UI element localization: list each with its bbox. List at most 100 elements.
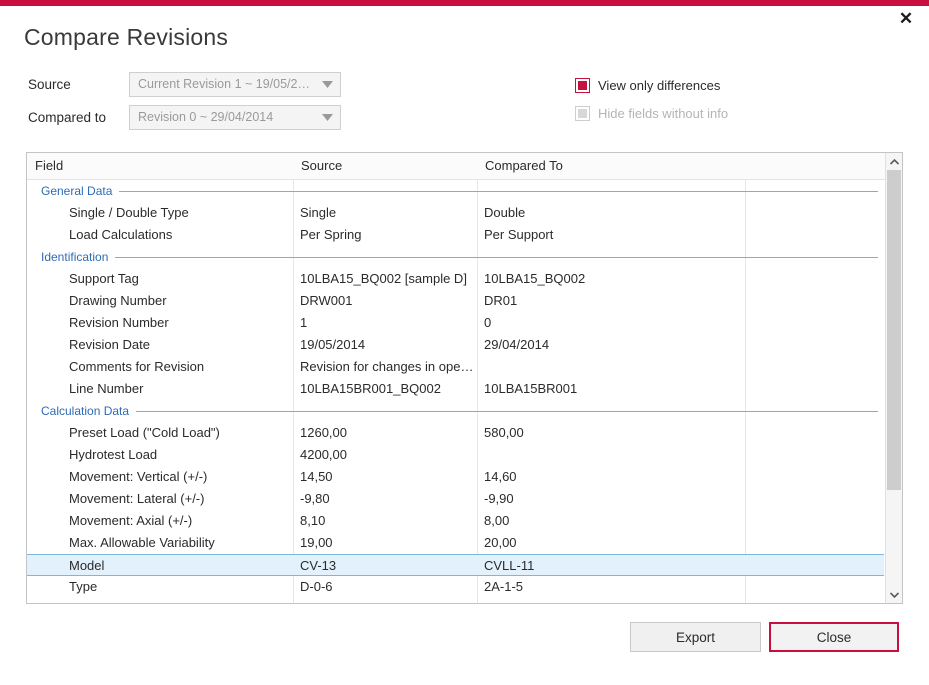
cell-field: Line Number [69,381,144,396]
table-row[interactable]: Support Tag 10LBA15_BQ002 [sample D] 10LBA… [27,268,886,290]
table-row[interactable]: Drawing Number DRW001 DR01 [27,290,886,312]
source-dropdown-value: Current Revision 1 ~ 19/05/2014 [138,77,314,91]
cell-field: Movement: Vertical (+/-) [69,469,208,484]
cell-source: CV-13 [300,558,337,573]
grid-vertical-scrollbar[interactable] [885,153,902,603]
table-row[interactable]: Movement: Axial (+/-) 8,10 8,00 [27,510,886,532]
source-dropdown[interactable]: Current Revision 1 ~ 19/05/2014 [129,71,341,97]
grid-viewport: Field Source Compared To General Data Sin… [27,153,886,603]
table-row[interactable]: Load Calculations Per Spring Per Support [27,224,886,246]
cell-source: 1260,00 [300,425,347,440]
chevron-down-icon [314,113,340,121]
close-button[interactable]: Close [769,622,899,652]
cell-source: 10LBA15BR001_BQ002 [300,381,441,396]
cell-field: Model [69,558,105,573]
cell-field: Movement: Lateral (+/-) [69,491,205,506]
option-hide-fields-without-info: Hide fields without info [575,102,729,124]
cell-compared-to: 29/04/2014 [484,337,550,352]
cell-field: Drawing Number [69,293,167,308]
cell-source: Per Spring [300,227,362,242]
table-row[interactable]: Line Number 10LBA15BR001_BQ002 10LBA15BR00… [27,378,886,400]
cell-compared-to: 20,00 [484,535,517,550]
table-row[interactable]: Comments for Revision Revision for change… [27,356,886,378]
scrollbar-thumb[interactable] [887,170,901,490]
group-header: Identification [27,246,886,268]
cell-compared-to: 8,00 [484,513,510,528]
scroll-down-icon[interactable] [886,586,902,603]
group-header: Calculation Data [27,400,886,422]
group-divider [41,411,878,412]
grid-rows: General Data Single / Double Type Single Do… [27,180,886,598]
page-title: Compare Revisions [24,24,229,50]
cell-field: Max. Allowable Variability [69,535,215,550]
cell-source: 14,50 [300,469,333,484]
checkbox-disabled-icon [575,105,590,121]
cell-source: 4200,00 [300,447,347,462]
cell-field: Hydrotest Load [69,447,158,462]
cell-compared-to: 14,60 [484,469,517,484]
close-icon[interactable]: ✕ [893,5,919,31]
table-row[interactable]: Hydrotest Load 4200,00 [27,444,886,466]
export-button[interactable]: Export [630,622,761,652]
compared-to-dropdown[interactable]: Revision 0 ~ 29/04/2014 [129,104,341,130]
source-label: Source [28,76,71,92]
table-row[interactable]: Max. Allowable Variability 19,00 20,00 [27,532,886,554]
cell-compared-to: CVLL-11 [484,558,535,573]
cell-source: Single [300,205,337,220]
column-header-source[interactable]: Source [293,153,477,179]
cell-source: 19,00 [300,535,333,550]
group-header-label: General Data [41,180,120,202]
revision-selector-area: Source Current Revision 1 ~ 19/05/2014 C… [0,66,929,138]
comparison-grid: Field Source Compared To General Data Sin… [26,152,903,604]
cell-source: 8,10 [300,513,326,528]
cell-field: Load Calculations [69,227,173,242]
table-row[interactable]: Type D-0-6 2A-1-5 [27,576,886,598]
cell-field: Preset Load ("Cold Load") [69,425,220,440]
table-row[interactable]: Model CV-13 CVLL-11 [27,554,884,576]
option-hide-fields-without-info-label: Hide fields without info [598,105,729,121]
grid-header-row: Field Source Compared To [27,153,886,180]
cell-compared-to: 2A-1-5 [484,579,524,594]
option-view-only-differences[interactable]: View only differences [575,74,728,96]
cell-field: Movement: Axial (+/-) [69,513,193,528]
chevron-down-icon [314,80,340,88]
cell-compared-to: 580,00 [484,425,524,440]
table-row[interactable]: Preset Load ("Cold Load") 1260,00 580,00 [27,422,886,444]
group-header: General Data [27,180,886,202]
cell-compared-to: 10LBA15_BQ002 [484,271,586,286]
source-field-row: Source Current Revision 1 ~ 19/05/2014 [28,71,341,97]
cell-field: Support Tag [69,271,139,286]
checkbox-checked-icon[interactable] [575,77,590,93]
table-row[interactable]: Movement: Vertical (+/-) 14,50 14,60 [27,466,886,488]
table-row[interactable]: Single / Double Type Single Double [27,202,886,224]
scroll-up-icon[interactable] [886,153,902,170]
table-row[interactable]: Revision Number 1 0 [27,312,886,334]
dialog-footer: Export Close [0,622,929,666]
cell-field: Comments for Revision [69,359,205,374]
group-header-label: Calculation Data [41,400,137,422]
option-view-only-differences-label: View only differences [598,77,721,93]
cell-compared-to: DR01 [484,293,518,308]
column-header-field[interactable]: Field [27,153,293,179]
view-options: View only differences Hide fields withou… [575,74,729,130]
group-divider [41,191,878,192]
cell-compared-to: Per Support [484,227,554,242]
cell-source: DRW001 [300,293,353,308]
column-header-compared-to[interactable]: Compared To [477,153,745,179]
cell-source: D-0-6 [300,579,333,594]
top-accent-bar [0,0,929,6]
cell-source: 19/05/2014 [300,337,366,352]
cell-field: Revision Date [69,337,150,352]
cell-compared-to: -9,90 [484,491,514,506]
cell-compared-to [477,356,745,378]
group-header-label: Identification [41,246,116,268]
cell-field: Type [69,579,98,594]
compared-to-label: Compared to [28,109,107,125]
cell-field: Single / Double Type [69,205,189,220]
cell-compared-to: Double [484,205,526,220]
table-row[interactable]: Movement: Lateral (+/-) -9,80 -9,90 [27,488,886,510]
column-header-empty[interactable] [745,153,886,179]
compared-to-dropdown-value: Revision 0 ~ 29/04/2014 [138,110,274,124]
cell-field: Revision Number [69,315,169,330]
table-row[interactable]: Revision Date 19/05/2014 29/04/2014 [27,334,886,356]
